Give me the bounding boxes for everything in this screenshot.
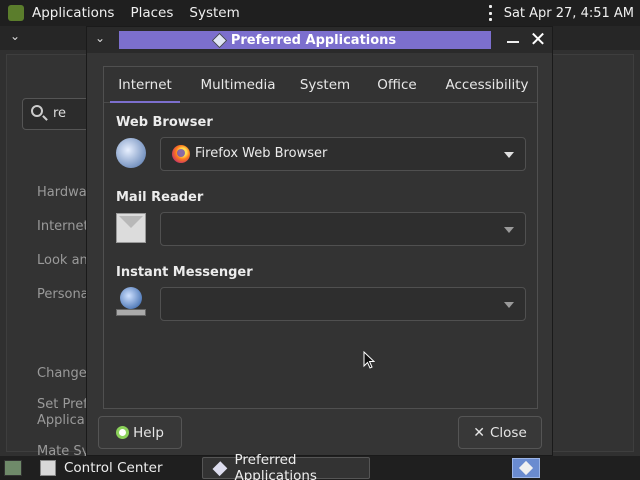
category-personal[interactable]: Persona — [37, 287, 89, 302]
places-menu[interactable]: Places — [122, 5, 181, 21]
item-applica[interactable]: Applica — [37, 413, 85, 428]
category-look-and-feel[interactable]: Look an — [37, 253, 88, 268]
instant-messenger-select[interactable] — [160, 287, 526, 321]
mouse-pointer-icon — [363, 351, 375, 369]
tab-bar: Internet Multimedia System Office Access… — [104, 67, 537, 103]
close-button-label: Close — [489, 424, 527, 441]
window-menu-chevron-icon[interactable]: ⌄ — [95, 31, 105, 45]
firefox-icon — [172, 145, 190, 163]
minimize-icon[interactable] — [507, 41, 519, 43]
keyboard-icon — [116, 309, 146, 316]
instant-messenger-icon — [116, 287, 146, 317]
dialog-title: Preferred Applications — [230, 32, 397, 48]
preferred-apps-icon — [211, 32, 228, 48]
tab-accessibility[interactable]: Accessibility — [438, 67, 536, 103]
dropdown-arrow-icon — [504, 302, 514, 308]
dialog-titlebar[interactable]: ⌄ Preferred Applications ✕ — [87, 27, 552, 53]
top-panel: Applications Places System Sat Apr 27, 4… — [0, 0, 640, 26]
globe-icon — [120, 287, 142, 309]
workspace-window-icon — [518, 460, 534, 476]
category-hardware[interactable]: Hardwa — [37, 185, 87, 200]
panel-clock[interactable]: Sat Apr 27, 4:51 AM — [504, 6, 634, 21]
close-button[interactable]: ✕ Close — [458, 416, 542, 449]
mail-reader-select[interactable] — [160, 212, 526, 246]
distro-logo-icon[interactable] — [8, 5, 24, 21]
panel-right-area: Sat Apr 27, 4:51 AM — [486, 0, 634, 26]
search-value: re — [53, 106, 67, 121]
system-menu[interactable]: System — [181, 5, 247, 21]
web-browser-label: Web Browser — [116, 115, 213, 130]
help-icon — [116, 426, 130, 439]
mail-reader-icon — [116, 213, 146, 243]
tab-notebook: Internet Multimedia System Office Access… — [103, 66, 538, 409]
preferred-applications-dialog: ⌄ Preferred Applications ✕ Internet Mult… — [86, 26, 553, 456]
tab-internet[interactable]: Internet — [104, 67, 186, 103]
taskbar-item-control-center[interactable]: Control Center — [34, 457, 196, 479]
search-icon — [31, 105, 43, 117]
workspace-switcher[interactable] — [512, 458, 540, 478]
preferred-apps-icon — [212, 460, 227, 476]
kebab-menu-icon[interactable] — [486, 5, 496, 21]
web-browser-select[interactable]: Firefox Web Browser — [160, 137, 526, 171]
item-set-pref[interactable]: Set Pref — [37, 397, 88, 412]
control-center-icon — [40, 460, 56, 476]
taskbar-item-label: Preferred Applications — [234, 452, 317, 480]
taskbar-item-preferred-applications[interactable]: Preferred Applications — [202, 452, 370, 480]
tab-system[interactable]: System — [294, 67, 356, 103]
window-menu-chevron-icon[interactable]: ⌄ — [10, 29, 20, 43]
close-icon: ✕ — [473, 424, 485, 441]
show-desktop-icon[interactable] — [4, 460, 22, 476]
help-button-label: Help — [133, 424, 164, 441]
applications-menu[interactable]: Applications — [24, 5, 122, 21]
dialog-title-area[interactable]: Preferred Applications — [119, 31, 491, 49]
taskbar-item-label: Control Center — [64, 460, 163, 476]
web-browser-value: Firefox Web Browser — [195, 146, 328, 161]
tab-multimedia[interactable]: Multimedia — [196, 67, 280, 103]
instant-messenger-label: Instant Messenger — [116, 265, 253, 280]
help-button[interactable]: Help — [98, 416, 182, 449]
dropdown-arrow-icon — [504, 152, 514, 158]
close-icon[interactable]: ✕ — [528, 29, 548, 49]
bottom-taskbar: Control Center Preferred Applications — [0, 452, 640, 480]
mail-reader-label: Mail Reader — [116, 190, 204, 205]
category-internet[interactable]: Internet — [37, 219, 89, 234]
tab-office[interactable]: Office — [370, 67, 424, 103]
dropdown-arrow-icon — [504, 227, 514, 233]
web-browser-icon — [116, 138, 146, 168]
item-change[interactable]: Change — [37, 366, 87, 381]
